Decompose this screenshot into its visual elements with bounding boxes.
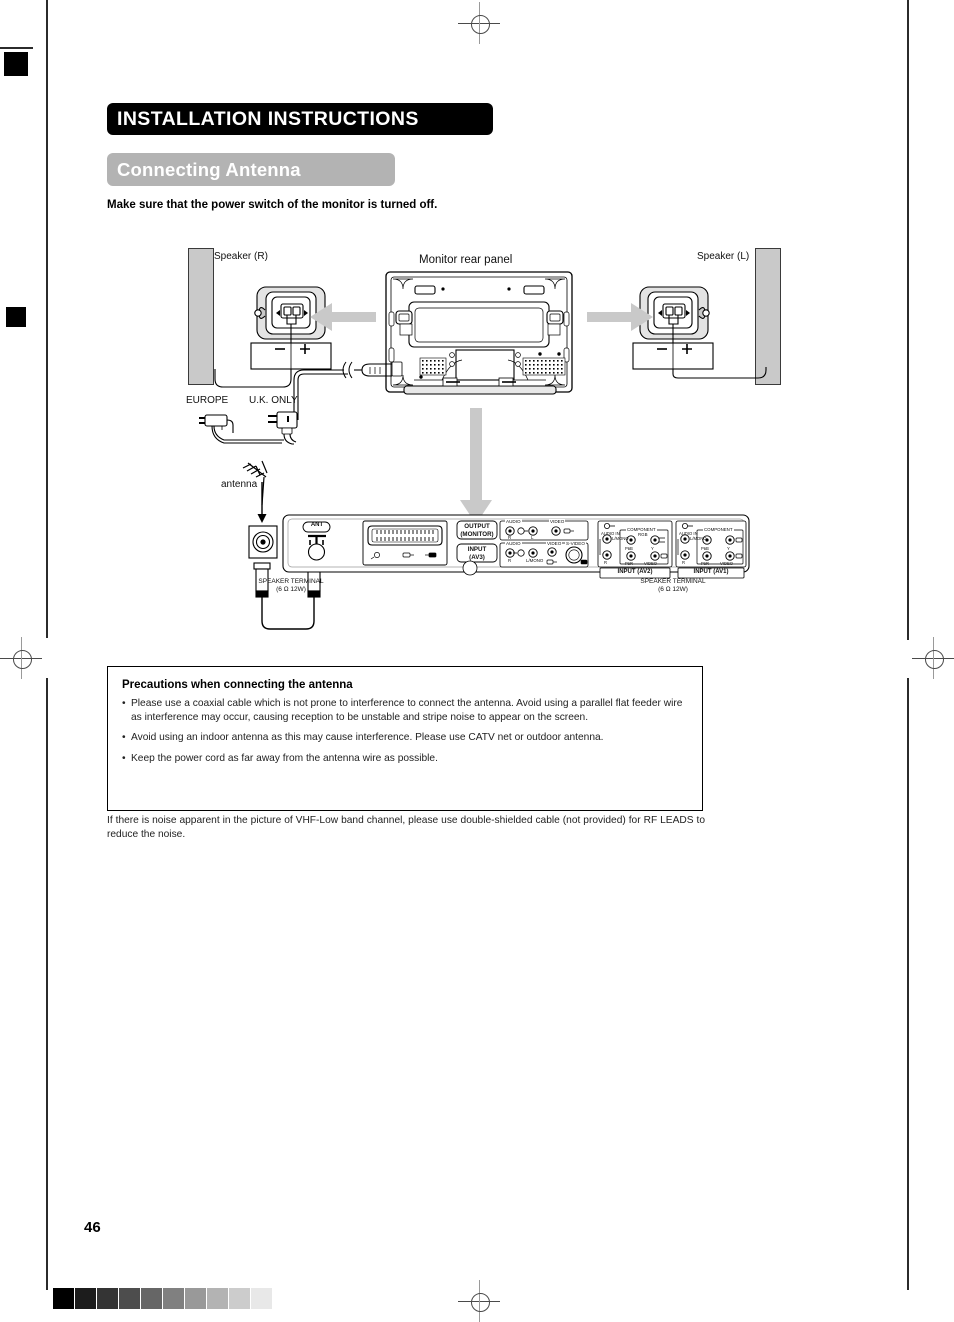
output-monitor-line2: (MONITOR) <box>460 530 494 538</box>
diagram-linework <box>199 271 767 630</box>
speaker-terminal-label-right: SPEAKER TERMINAL (6 Ω 12W) <box>255 578 327 593</box>
input-video-group-label: VIDEO <box>546 541 563 546</box>
registration-mark-top-center <box>458 2 500 44</box>
speaker-terminal-line2: (6 Ω 12W) <box>276 585 306 593</box>
crop-mark-left-lower <box>46 678 48 1290</box>
av2-video-label: VIDEO <box>644 561 658 566</box>
bullet-icon: • <box>122 752 126 764</box>
lead-instruction: Make sure that the power switch of the m… <box>107 199 438 211</box>
input-audio-r-label: R <box>508 558 512 563</box>
page-number: 46 <box>84 1219 101 1236</box>
color-swatch <box>75 1288 96 1309</box>
output-audio-r-label: R <box>508 535 512 540</box>
color-swatch <box>119 1288 140 1309</box>
av1-pr-label: PʙR <box>701 561 710 566</box>
precautions-list: • Please use a coaxial cable which is not… <box>122 697 688 765</box>
speaker-terminal-line1: SPEAKER TERMINAL <box>258 578 324 585</box>
input-svideo-group-label: S-VIDEO <box>565 541 586 546</box>
input-audio-group-label: AUDIO <box>505 541 522 546</box>
color-swatch <box>141 1288 162 1309</box>
color-swatch <box>53 1288 74 1309</box>
precaution-item: • Avoid using an indoor antenna as this m… <box>122 731 688 745</box>
input-av3-line2: (AV3) <box>469 553 485 561</box>
av2-audio-r-label: R <box>604 560 608 565</box>
precaution-text: Keep the power cord as far away from the… <box>131 752 438 764</box>
color-swatch <box>97 1288 118 1309</box>
precaution-text: Please use a coaxial cable which is not … <box>131 698 683 723</box>
av1-pb-label: PʙB <box>701 546 709 551</box>
bullet-icon: • <box>122 732 126 744</box>
color-swatch <box>207 1288 228 1309</box>
connection-diagram: Speaker (R) Speaker (L) Monitor rear pan… <box>0 230 954 650</box>
av1-component-group-label: COMPONENT <box>703 527 734 532</box>
footer-note: If there is noise apparent in the pictur… <box>107 815 705 840</box>
av2-y-label: Y <box>651 546 654 551</box>
section-title: Connecting Antenna <box>107 153 395 186</box>
crop-mark-top-left-horizontal <box>0 47 33 49</box>
color-swatch <box>185 1288 206 1309</box>
crop-mark-right-lower <box>907 678 909 1290</box>
precaution-item: • Please use a coaxial cable which is not… <box>122 697 688 724</box>
speaker-terminal-label-left: SPEAKER TERMINAL (6 Ω 12W) <box>637 578 709 593</box>
page-title: INSTALLATION INSTRUCTIONS <box>107 103 493 135</box>
precautions-box: Precautions when connecting the antenna … <box>107 666 703 811</box>
av2-pr-label: PʙR <box>625 561 634 566</box>
color-swatch <box>163 1288 184 1309</box>
av1-audio-r-label: R <box>682 560 686 565</box>
input-audio-lmono-label: L/MONO <box>526 558 544 563</box>
precautions-title: Precautions when connecting the antenna <box>122 679 353 691</box>
input-av1-plate-label: INPUT (AV1) <box>693 569 729 575</box>
input-av3-label: INPUT (AV3) <box>457 546 497 561</box>
av1-y-label: Y <box>727 546 730 551</box>
output-audio-group-label: AUDIO <box>505 519 522 524</box>
speaker-terminal-left-line2: (6 Ω 12W) <box>658 585 688 593</box>
precaution-text: Avoid using an indoor antenna as this ma… <box>131 732 604 744</box>
registration-mark-bottom-center <box>458 1280 500 1322</box>
input-av2-plate-label: INPUT (AV2) <box>617 569 653 575</box>
bullet-icon: • <box>122 698 126 709</box>
color-swatch <box>251 1288 272 1309</box>
av2-rgb-label: RGB <box>638 532 648 537</box>
density-patch-top-left <box>4 52 28 76</box>
av1-video-label: VIDEO <box>720 561 734 566</box>
precaution-item: • Keep the power cord as far away from th… <box>122 752 688 766</box>
av2-lmono-label: L/MONO <box>612 536 629 541</box>
output-video-group-label: VIDEO <box>549 519 566 524</box>
output-audio-l-label: L <box>531 535 534 540</box>
color-calibration-strip <box>53 1288 273 1309</box>
av2-pb-label: PʙB <box>625 546 633 551</box>
av1-lmono-label: L/MONO <box>690 536 707 541</box>
ant-connector-label: ANT <box>310 522 324 528</box>
output-monitor-line1: OUTPUT <box>464 523 490 530</box>
output-monitor-label: OUTPUT (MONITOR) <box>457 523 497 538</box>
speaker-terminal-left-line1: SPEAKER TERMINAL <box>640 578 706 585</box>
color-swatch <box>229 1288 250 1309</box>
input-av3-line1: INPUT <box>467 546 487 553</box>
